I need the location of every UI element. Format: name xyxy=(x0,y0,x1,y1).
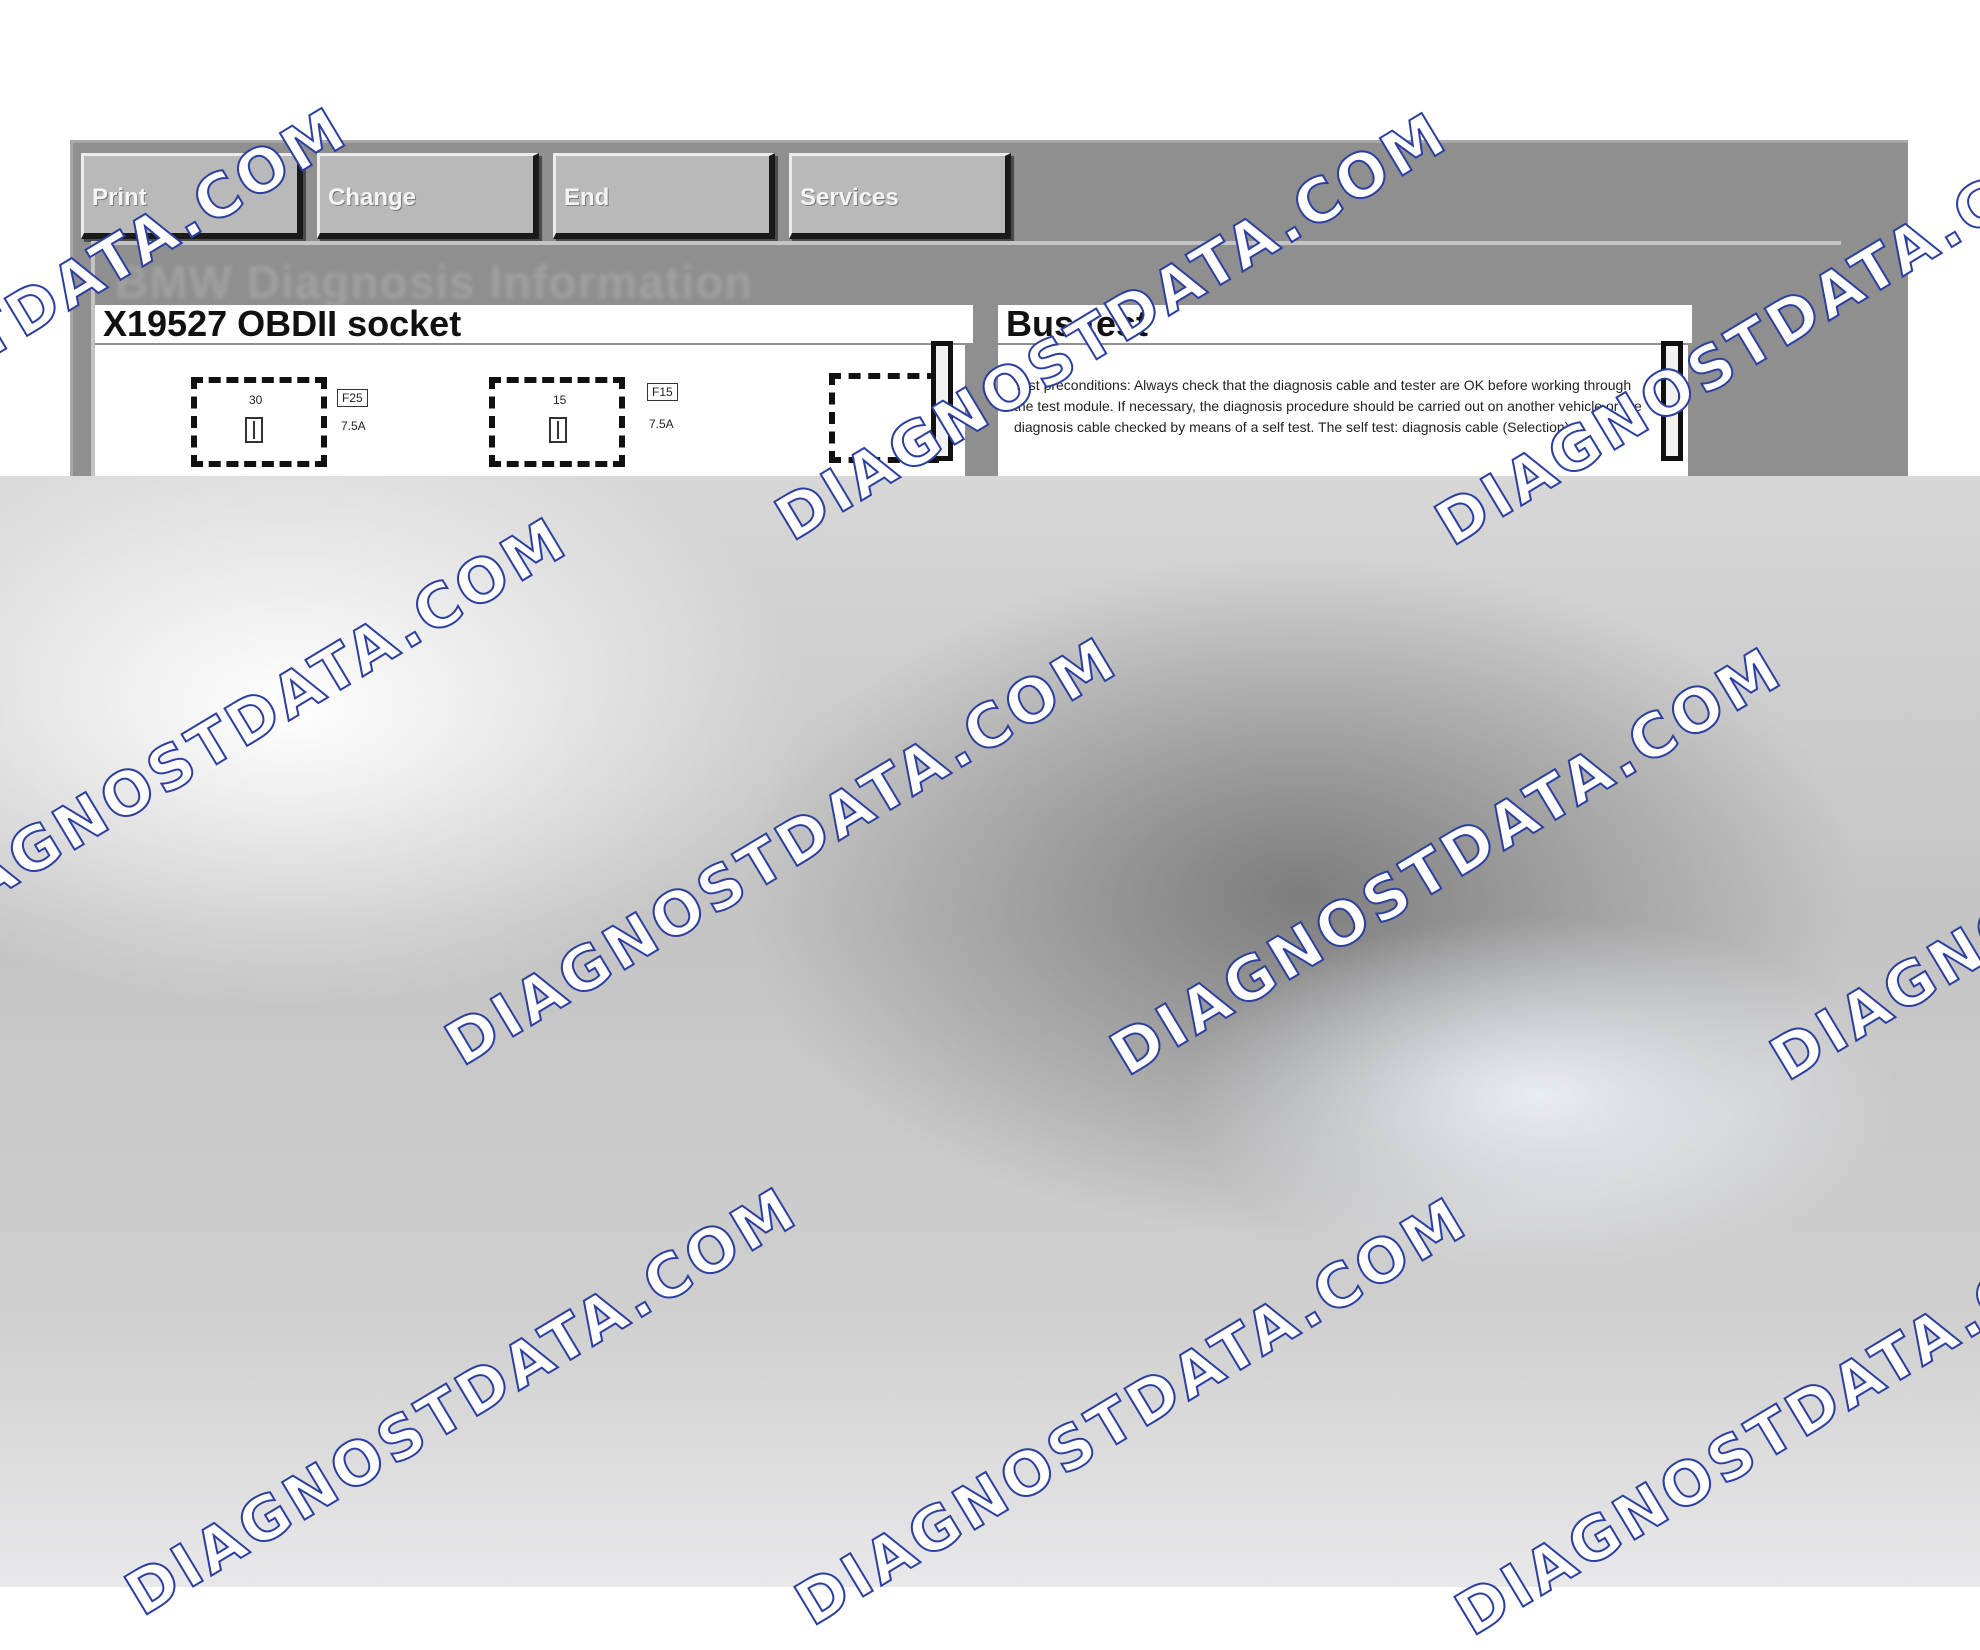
fuse-pin-icon xyxy=(549,417,567,443)
terminal-label: 30 xyxy=(249,393,262,407)
right-panel-scrollbar[interactable] xyxy=(1661,341,1683,461)
right-panel-title: Bus test xyxy=(998,305,1692,343)
change-button[interactable]: Change xyxy=(317,153,539,239)
fuse-id: F15 xyxy=(647,383,678,401)
left-panel-scrollbar[interactable] xyxy=(931,341,953,461)
end-button[interactable]: End xyxy=(553,153,775,239)
print-button[interactable]: Print xyxy=(81,153,303,239)
fuse-block-3 xyxy=(829,373,939,463)
services-button[interactable]: Services xyxy=(789,153,1011,239)
app-header: BMW Diagnosis Information xyxy=(115,255,753,309)
blurred-region xyxy=(0,476,1980,1587)
fuse-id: F25 xyxy=(337,389,368,407)
fuse-rating: 7.5A xyxy=(649,417,674,431)
fuse-pin-icon xyxy=(245,417,263,443)
left-panel-title: X19527 OBDII socket xyxy=(95,305,973,343)
fuse-block-1: 30 xyxy=(191,377,327,467)
terminal-label: 15 xyxy=(553,393,566,407)
fuse-block-2: 15 xyxy=(489,377,625,467)
fuse-rating: 7.5A xyxy=(341,419,366,433)
test-preconditions-text: Test preconditions: Always check that th… xyxy=(1014,375,1654,438)
